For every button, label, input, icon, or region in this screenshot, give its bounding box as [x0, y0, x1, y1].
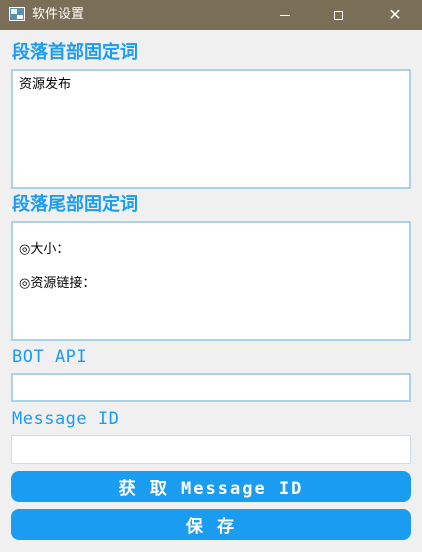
header-words-label: 段落首部固定词	[12, 42, 138, 63]
window-title: 软件设置	[32, 7, 85, 22]
bot-api-label: BOT API	[12, 347, 88, 367]
header-words-text: 资源发布	[19, 77, 72, 92]
save-button[interactable]: 保 存	[11, 509, 411, 540]
footer-line-size: ◎大小：	[19, 242, 70, 257]
title-bar[interactable]: 软件设置 ✕	[0, 0, 422, 30]
get-message-id-button[interactable]: 获 取 Message ID	[11, 471, 411, 502]
maximize-icon	[333, 10, 343, 20]
close-icon: ✕	[388, 5, 402, 24]
footer-words-label: 段落尾部固定词	[12, 194, 138, 215]
message-id-input[interactable]	[11, 435, 411, 464]
close-button[interactable]: ✕	[372, 0, 418, 30]
footer-line-link: ◎资源链接：	[19, 276, 96, 291]
message-id-label: Message ID	[12, 409, 120, 429]
minimize-button[interactable]	[262, 0, 308, 30]
footer-words-textarea[interactable]: ◎大小： ◎资源链接：	[11, 221, 411, 341]
header-words-textarea[interactable]: 资源发布	[11, 69, 411, 189]
maximize-button[interactable]	[315, 0, 361, 30]
minimize-icon	[280, 14, 290, 16]
app-icon	[9, 7, 25, 21]
bot-api-input[interactable]	[11, 373, 411, 402]
